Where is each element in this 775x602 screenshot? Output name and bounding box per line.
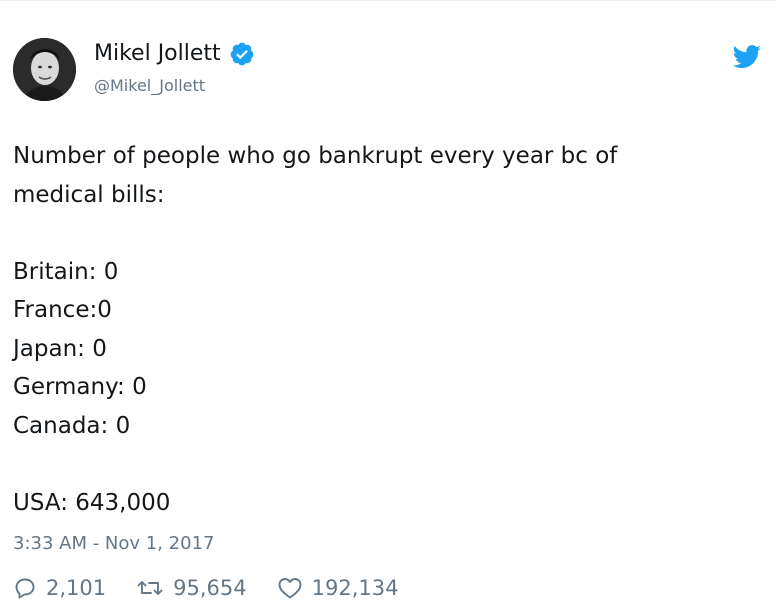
- tweet-text: Number of people who go bankrupt every y…: [13, 137, 763, 522]
- retweet-icon: [137, 581, 163, 595]
- retweet-count: 95,654: [173, 576, 247, 600]
- author-name-row: Mikel Jollett: [94, 39, 255, 69]
- tweet-line: medical bills:: [13, 181, 165, 208]
- tweet-line: Britain: 0: [13, 258, 119, 285]
- line-break: [13, 445, 763, 484]
- heart-icon: [278, 578, 302, 599]
- tweet-line: Germany: 0: [13, 374, 147, 400]
- tweet-line: Number of people who go bankrupt every y…: [13, 143, 618, 169]
- tweet-line: USA: 643,000: [13, 489, 171, 516]
- tweet-actions: 2,101 95,654 192,134: [13, 576, 428, 600]
- avatar-image: [13, 38, 76, 101]
- twitter-bird-icon[interactable]: [732, 45, 762, 69]
- verified-badge-icon: [230, 42, 254, 66]
- tweet-card: Mikel Jollett @Mikel_Jollett Number of p…: [0, 0, 775, 602]
- reply-count: 2,101: [46, 576, 107, 600]
- author-display-name[interactable]: Mikel Jollett: [94, 39, 221, 69]
- tweet-line: Canada: 0: [13, 412, 131, 439]
- reply-button[interactable]: 2,101: [13, 576, 106, 600]
- retweet-button[interactable]: 95,654: [136, 576, 247, 600]
- line-break: [13, 214, 763, 253]
- like-count: 192,134: [311, 576, 399, 600]
- tweet-line: France:0: [13, 297, 112, 323]
- like-button[interactable]: 192,134: [277, 576, 399, 600]
- tweet-line: Japan: 0: [13, 335, 107, 362]
- author-handle[interactable]: @Mikel_Jollett: [94, 75, 205, 97]
- reply-icon: [15, 578, 35, 599]
- avatar[interactable]: [13, 38, 76, 101]
- tweet-timestamp[interactable]: 3:33 AM - Nov 1, 2017: [13, 531, 214, 557]
